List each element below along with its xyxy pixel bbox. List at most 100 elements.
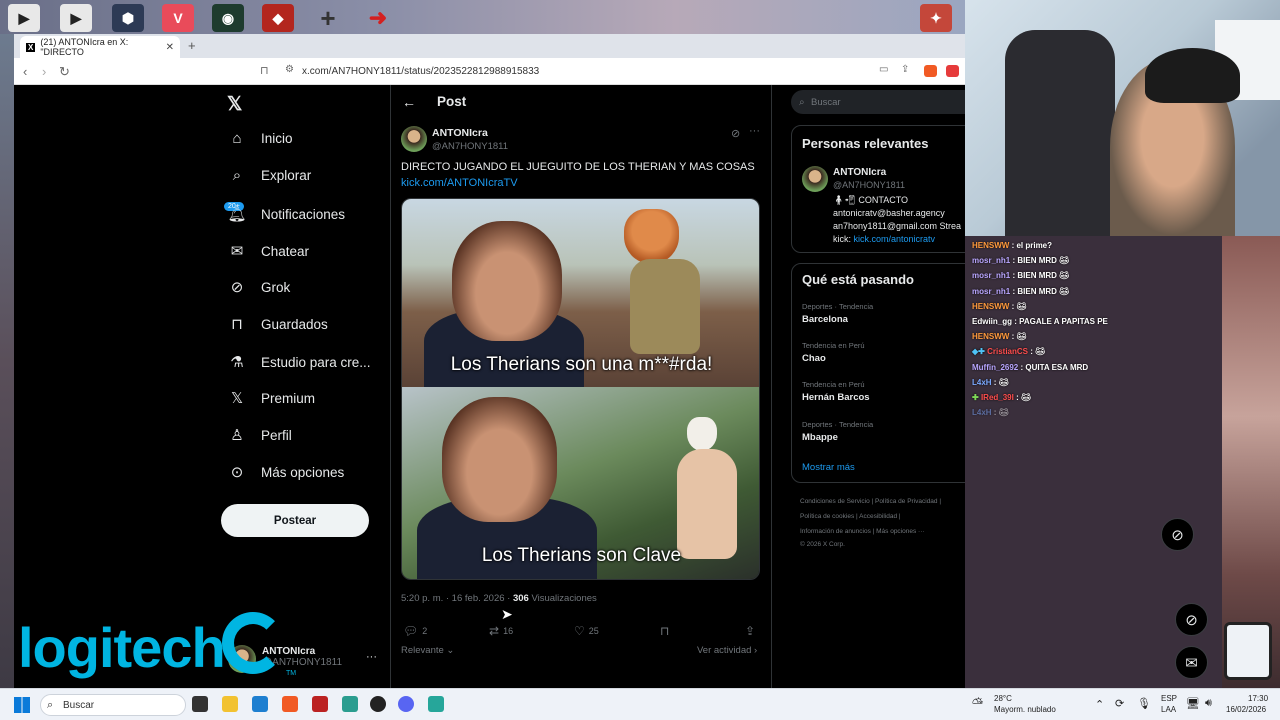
reload-icon[interactable]: ↻: [59, 64, 70, 80]
more-icon[interactable]: ···: [749, 125, 760, 137]
chat-user: L4xH: [972, 408, 992, 418]
discord-icon[interactable]: [398, 696, 414, 712]
close-tab-icon[interactable]: ✕: [166, 42, 174, 53]
forward-arrow-icon[interactable]: ›: [42, 64, 46, 79]
post-link[interactable]: kick.com/ANTONIcraTV: [401, 177, 518, 189]
app-icon[interactable]: [428, 696, 444, 712]
footer-links[interactable]: Condiciones de Servicio | Política de Pr…: [800, 498, 941, 505]
tray-app-icon[interactable]: ⟳: [1115, 697, 1124, 710]
show-more-link[interactable]: Mostrar más: [802, 462, 855, 473]
brave-rewards-icon[interactable]: [946, 65, 959, 77]
lang-code[interactable]: ESP: [1161, 694, 1177, 703]
weather-desc[interactable]: Mayorm. nublado: [994, 705, 1056, 714]
network-icon[interactable]: 🖥︎: [1186, 697, 1200, 710]
chat-line: mosr_nh1 : BIEN MRD 🐸︎: [972, 253, 1222, 268]
relevant-avatar[interactable]: [802, 166, 828, 192]
sidebar-item-perfil[interactable]: ♙ Perfil: [227, 426, 292, 444]
game-shortcut-icon[interactable]: ◉: [212, 4, 244, 32]
brave-shield-icon[interactable]: [924, 65, 937, 77]
site-info-icon[interactable]: ⚙: [285, 64, 294, 75]
tray-chevron-icon[interactable]: ⌃: [1095, 698, 1104, 711]
grok-icon[interactable]: ⊘: [731, 127, 740, 140]
new-tab-button[interactable]: +: [188, 38, 196, 53]
weather-temp[interactable]: 28°C: [994, 694, 1012, 703]
footer-links[interactable]: Política de cookies | Accesibilidad |: [800, 513, 901, 520]
share-action[interactable]: ⇪: [745, 624, 755, 638]
trend-category: Tendencia en Perú: [802, 380, 865, 389]
sidebar-item-inicio[interactable]: ⌂ Inicio: [227, 130, 292, 147]
sort-relevant-dropdown[interactable]: Relevante ⌄: [401, 645, 454, 656]
sidebar-item-estudio[interactable]: ⚗ Estudio para cre...: [227, 353, 370, 371]
sidebar-item-explorar[interactable]: ⌕ Explorar: [227, 167, 311, 184]
relevant-people-box: Personas relevantes ANTONIcra @AN7HONY18…: [791, 125, 965, 253]
messages-fab-button[interactable]: ✉: [1175, 646, 1208, 679]
relevant-name[interactable]: ANTONIcra: [833, 167, 886, 178]
valorant-shortcut-icon[interactable]: V: [162, 4, 194, 32]
trend-item[interactable]: Hernán Barcos: [802, 392, 870, 403]
taskbar-search-placeholder: Buscar: [63, 699, 95, 711]
game-shortcut-icon[interactable]: ⬢: [112, 4, 144, 32]
task-view-icon[interactable]: [192, 696, 208, 712]
footer-links[interactable]: Información de anuncios | Más opciones ·…: [800, 528, 925, 535]
browser-tab[interactable]: X (21) ANTONIcra en X: "DIRECTO ✕: [20, 36, 180, 58]
bookmark-action[interactable]: ⊓: [660, 624, 669, 638]
sidebar-item-premium[interactable]: 𝕏 Premium: [227, 389, 315, 407]
search-input[interactable]: ⌕ Buscar: [791, 90, 965, 114]
x-logo-icon[interactable]: 𝕏: [227, 93, 242, 116]
author-name[interactable]: ANTONIcra: [432, 127, 488, 139]
sidebar-item-mas-opciones[interactable]: ⊙ Más opciones: [227, 463, 345, 481]
cast-icon[interactable]: ▭: [879, 64, 888, 75]
trend-category: Tendencia en Perú: [802, 341, 865, 350]
windows-start-icon[interactable]: [14, 697, 30, 713]
sidebar-item-chatear[interactable]: ✉ Chatear: [227, 242, 309, 260]
bio-kick-link[interactable]: kick.com/antonicratv: [854, 234, 936, 244]
sidebar-item-notificaciones[interactable]: 🔔︎ Notificaciones: [227, 205, 345, 223]
clock-time[interactable]: 17:30: [1248, 694, 1268, 703]
back-arrow-icon[interactable]: ←: [402, 94, 416, 110]
sidebar-item-guardados[interactable]: ⊓ Guardados: [227, 315, 328, 333]
post-button[interactable]: Postear: [221, 504, 369, 537]
desktop-background-right: [1222, 236, 1280, 688]
grok-fab-button[interactable]: ⊘: [1175, 603, 1208, 636]
brave-browser-icon[interactable]: [282, 696, 298, 712]
arrow-shortcut-icon[interactable]: ➜: [362, 4, 394, 32]
see-activity-link[interactable]: Ver actividad ›: [697, 645, 757, 656]
app-icon[interactable]: [312, 696, 328, 712]
chat-user: mosr_nh1: [972, 286, 1011, 296]
crosshair-shortcut-icon[interactable]: +: [312, 3, 344, 33]
bookmark-page-icon[interactable]: ⊓: [260, 64, 269, 77]
url-field[interactable]: x.com/AN7HONY1811/status/202352281298891…: [302, 66, 539, 77]
post-time[interactable]: 5:20 p. m. · 16 feb. 2026 ·: [401, 593, 510, 604]
sidebar-item-grok[interactable]: ⊘ Grok: [227, 278, 291, 296]
trend-item[interactable]: Chao: [802, 353, 826, 364]
dota-shortcut-icon[interactable]: ◆: [262, 4, 294, 32]
chat-msg: : QUITA ESA MRD: [1020, 362, 1089, 372]
file-explorer-icon[interactable]: [222, 696, 238, 712]
share-icon[interactable]: ⇪: [901, 64, 909, 75]
post-media-image[interactable]: Los Therians son una m**#rda! Los Theria…: [401, 198, 760, 580]
relevant-handle[interactable]: @AN7HONY1811: [833, 180, 905, 190]
obs-icon[interactable]: [370, 696, 386, 712]
like-action[interactable]: ♡ 25: [574, 624, 599, 638]
chat-line: Muffin_2692 : QUITA ESA MRD: [972, 360, 1222, 375]
clock-date[interactable]: 16/02/2026: [1226, 705, 1266, 714]
notepad-icon[interactable]: [342, 696, 358, 712]
repost-action[interactable]: ⇄ 16: [489, 624, 513, 638]
account-more-icon[interactable]: ···: [366, 651, 377, 663]
trend-item[interactable]: Mbappe: [802, 432, 838, 443]
back-arrow-icon[interactable]: ‹: [23, 64, 27, 79]
phone-emoji-icon: 🧍︎📲︎: [833, 195, 856, 205]
reply-action[interactable]: 💬︎ 2: [403, 624, 427, 638]
store-icon[interactable]: [252, 696, 268, 712]
author-handle[interactable]: @AN7HONY1811: [432, 141, 508, 152]
game-shortcut-icon[interactable]: ✦: [920, 4, 952, 32]
app-shortcut-icon[interactable]: ▶: [8, 4, 40, 32]
app-shortcut-icon[interactable]: ▶: [60, 4, 92, 32]
volume-icon[interactable]: 🔊︎: [1205, 697, 1212, 710]
trend-item[interactable]: Barcelona: [802, 314, 848, 325]
chat-msg: :: [1030, 347, 1033, 357]
microphone-icon[interactable]: 🎙︎: [1137, 697, 1151, 710]
lang-layout[interactable]: LAA: [1161, 705, 1176, 714]
taskbar-search-input[interactable]: ⌕ Buscar: [40, 694, 186, 716]
author-avatar[interactable]: [401, 126, 427, 152]
